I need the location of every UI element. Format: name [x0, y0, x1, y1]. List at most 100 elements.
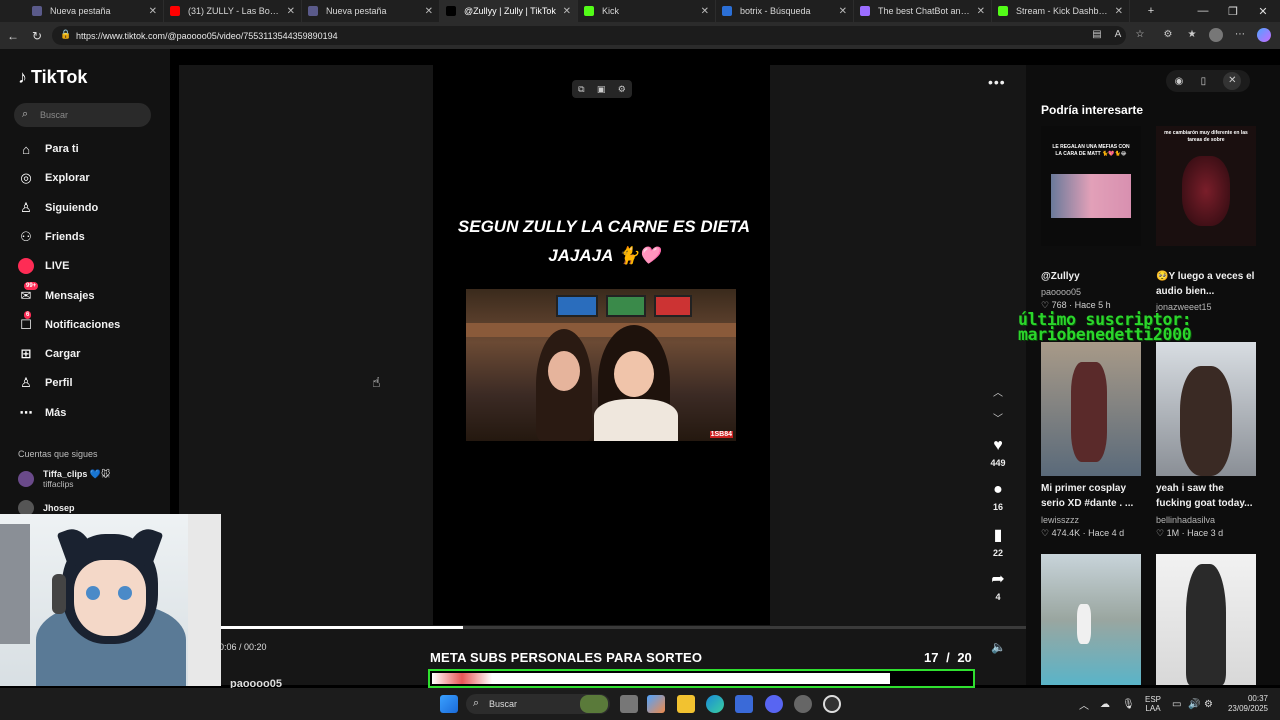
file-explorer-icon[interactable] [677, 695, 695, 713]
reader-icon[interactable]: ▤ [1090, 28, 1104, 42]
back-button[interactable]: ← [2, 22, 24, 49]
recommendation-thumb[interactable] [1041, 342, 1141, 476]
settings-icon[interactable] [794, 695, 812, 713]
tab-favicon-icon [308, 6, 318, 16]
tab-close-icon[interactable]: ✕ [149, 6, 157, 17]
tab-favicon-icon [170, 6, 180, 16]
discord-icon[interactable] [765, 695, 783, 713]
sidebar-item-more[interactable]: ⋯ Más [18, 402, 158, 424]
sidebar-item-inbox[interactable]: ☐ 6 Notificaciones [18, 310, 158, 336]
sidebar-item-home[interactable]: ⌂ Para ti [18, 138, 158, 160]
more-options-icon[interactable]: ••• [988, 74, 1006, 90]
favorites-icon[interactable]: ★ [1185, 28, 1199, 42]
recommendation-thumb[interactable]: me cambiarón muy diferente en las tareas… [1156, 126, 1256, 246]
tiktok-sidebar: ♪ TikTok ⌕ Buscar ⌂ Para ti ◎ Explorar ♙ Sigu… [0, 49, 170, 516]
video-progress-bar[interactable] [221, 626, 1026, 629]
mic-icon[interactable]: 🎙 [1122, 688, 1135, 720]
tab-close-icon[interactable]: ✕ [425, 6, 433, 17]
network-icon[interactable]: ▭ [1172, 688, 1181, 720]
save-button[interactable]: ▮ 22 [985, 525, 1011, 558]
tiktok-logo[interactable]: ♪ TikTok [18, 67, 87, 88]
language-indicator[interactable]: ESP LAA [1145, 688, 1161, 720]
device-icon[interactable]: ▯ [1201, 76, 1207, 87]
volume-icon[interactable]: 🔈 [991, 640, 1006, 654]
like-button[interactable]: ♥ 449 [985, 437, 1011, 468]
store-icon[interactable] [735, 695, 753, 713]
media-player-icon[interactable] [823, 695, 841, 713]
sidebar-item-upload[interactable]: ⊞ Cargar [18, 343, 158, 365]
search-input[interactable]: ⌕ Buscar [14, 103, 151, 127]
windows-start-icon[interactable] [440, 695, 458, 713]
speaker-icon[interactable]: 🔊 [1188, 688, 1200, 720]
recommendation-thumb[interactable]: LE REGALAN UNA MEFIAS CON LA CARA DE MAT… [1041, 126, 1141, 246]
browser-tab[interactable]: Nueva pestaña ✕ [302, 0, 440, 22]
sidebar-item-person[interactable]: ♙ Siguiendo [18, 197, 158, 219]
browser-tab[interactable]: botrix - Búsqueda ✕ [716, 0, 854, 22]
close-window-button[interactable]: ✕ [1248, 0, 1278, 22]
sidebar-item-label: Explorar [45, 172, 90, 185]
minimize-button[interactable]: — [1188, 0, 1218, 22]
captions-icon[interactable]: ⚙ [618, 84, 626, 95]
recommendation-title[interactable]: yeah i saw the fucking goat today... [1156, 481, 1261, 511]
tab-close-icon[interactable]: ✕ [701, 6, 709, 17]
browser-tab[interactable]: @Zullyy | Zully | TikTok ✕ [440, 0, 578, 22]
address-input[interactable]: 🔒 https://www.tiktok.com/@paoooo05/video… [52, 26, 1126, 45]
browser-tab[interactable]: Kick ✕ [578, 0, 716, 22]
extensions-icon[interactable]: ⚙ [1161, 28, 1175, 42]
recommendation-title[interactable]: @Zullyy [1041, 269, 1146, 284]
sidebar-item-message[interactable]: ✉ 99+ Mensajes [18, 281, 158, 307]
onedrive-icon[interactable]: ☁ [1100, 688, 1110, 720]
tab-close-icon[interactable]: ✕ [563, 6, 571, 17]
recommendation-thumb[interactable] [1156, 554, 1256, 685]
sidebar-item-compass[interactable]: ◎ Explorar [18, 167, 158, 189]
profile-avatar-icon[interactable] [1209, 28, 1223, 42]
tab-close-icon[interactable]: ✕ [287, 6, 295, 17]
recommendation-user[interactable]: lewisszzz [1041, 515, 1079, 525]
recommendation-thumb[interactable] [1156, 342, 1256, 476]
sidebar-item-friends[interactable]: ⚇ Friends [18, 226, 158, 248]
tab-close-icon[interactable]: ✕ [977, 6, 985, 17]
tab-close-icon[interactable]: ✕ [1115, 6, 1123, 17]
pip-icon[interactable]: ⧉ [578, 84, 584, 95]
browser-tab[interactable]: Stream - Kick Dashboard ✕ [992, 0, 1130, 22]
edge-icon[interactable] [706, 695, 724, 713]
previous-video-icon[interactable]: ︿ [990, 384, 1006, 399]
comment-button[interactable]: ● 16 [985, 481, 1011, 512]
recommendation-thumb[interactable] [1041, 554, 1141, 685]
recommendation-user[interactable]: paoooo05 [1041, 287, 1081, 297]
following-title: Cuentas que sigues [18, 449, 98, 459]
new-tab-button[interactable]: + [1136, 0, 1166, 22]
close-icon[interactable]: ✕ [1223, 72, 1242, 90]
following-item[interactable]: Tiffa_clips 💙🐭 tiffaclips [18, 469, 110, 489]
favorite-star-icon[interactable]: ☆ [1133, 28, 1147, 42]
search-icon: ⌕ [22, 108, 29, 120]
copilot-app-icon[interactable] [647, 695, 665, 713]
battery-icon[interactable]: ⚙ [1204, 688, 1213, 720]
recommendation-meta: ♡ 474.4K · Hace 4 d [1041, 528, 1125, 538]
clock[interactable]: 00:37 23/09/2025 [1222, 688, 1268, 720]
share-button[interactable]: ➦ 4 [985, 569, 1011, 602]
screenshot-icon[interactable]: ▣ [597, 84, 606, 95]
maximize-button[interactable]: ❐ [1218, 0, 1248, 22]
browser-tab[interactable]: The best ChatBot and Widg ✕ [854, 0, 992, 22]
upload-icon: ⊞ [20, 346, 32, 362]
settings-menu-icon[interactable]: ⋯ [1233, 28, 1247, 42]
recommendations-title: Podría interesarte [1041, 103, 1144, 117]
sidebar-item-profile[interactable]: ♙ Perfil [18, 372, 158, 394]
tab-close-icon[interactable]: ✕ [839, 6, 847, 17]
coin-icon[interactable]: ◉ [1175, 76, 1184, 87]
browser-tab[interactable]: Nueva pestaña ✕ [26, 0, 164, 22]
recommendation-title[interactable]: 🥺Y luego a veces el audio bien... [1156, 269, 1261, 299]
refresh-button[interactable]: ↻ [26, 22, 48, 49]
translate-icon[interactable]: A [1111, 28, 1125, 42]
browser-tab[interactable]: (31) ZULLY - Las Bonitas co ✕ [164, 0, 302, 22]
recommendation-user[interactable]: bellinhadasilva [1156, 515, 1215, 525]
sidebar-item-live[interactable]: LIVE [18, 255, 158, 277]
widget-icon[interactable] [580, 695, 608, 713]
next-video-icon[interactable]: ﹀ [990, 410, 1006, 425]
tray-chevron-icon[interactable]: ︿ [1079, 688, 1089, 720]
recommendation-title[interactable]: Mi primer cosplay serio XD #dante . ... [1041, 481, 1146, 511]
watermark: 1SB84 [709, 431, 733, 438]
task-view-icon[interactable] [620, 695, 638, 713]
copilot-icon[interactable] [1257, 28, 1271, 42]
